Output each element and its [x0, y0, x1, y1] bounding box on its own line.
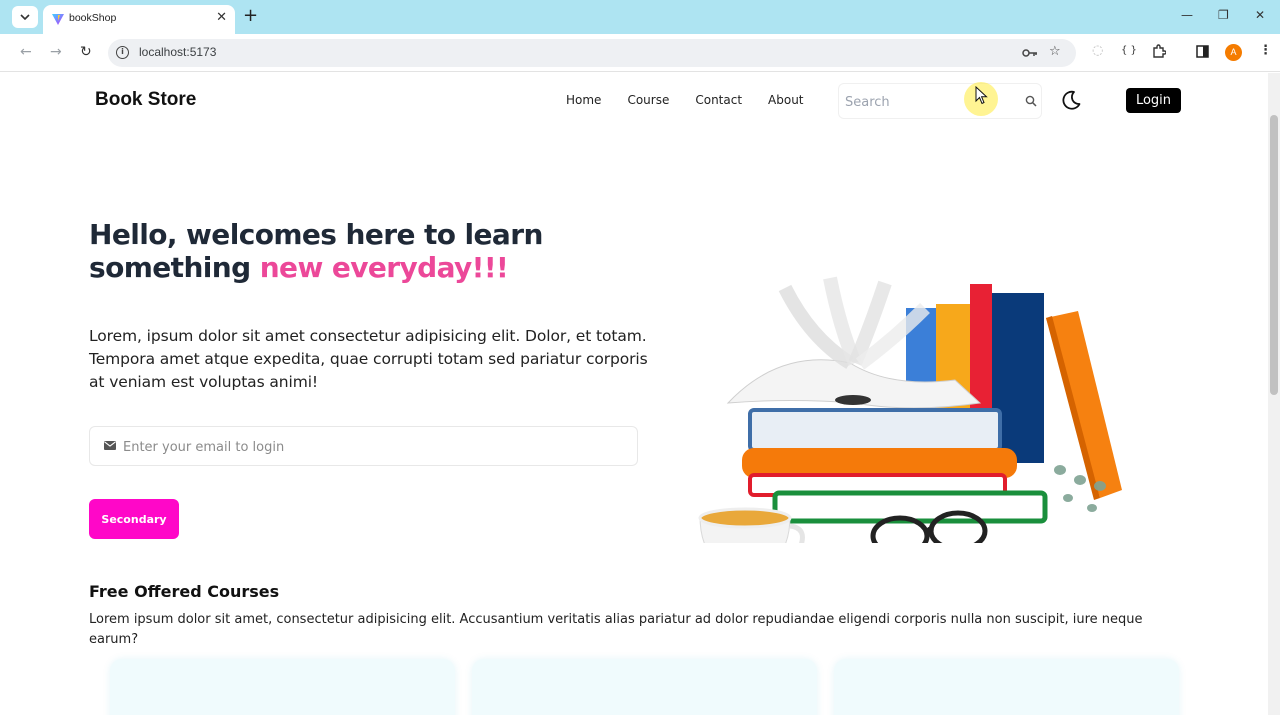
nav-link-contact[interactable]: Contact: [695, 93, 742, 107]
site-info-icon[interactable]: i: [116, 46, 129, 59]
course-card[interactable]: [834, 659, 1179, 715]
main-nav: Home Course Contact About: [566, 93, 830, 107]
search-icon[interactable]: [1025, 95, 1037, 107]
profile-avatar[interactable]: A: [1225, 44, 1242, 61]
bookmark-star-icon[interactable]: ☆: [1049, 44, 1061, 59]
restore-icon[interactable]: ❐: [1218, 8, 1229, 22]
nav-link-home[interactable]: Home: [566, 93, 601, 107]
hero-description: Lorem, ipsum dolor sit amet consectetur …: [89, 327, 648, 391]
courses-title: Free Offered Courses: [89, 582, 280, 601]
nav-link-course[interactable]: Course: [627, 93, 669, 107]
course-card[interactable]: [110, 659, 455, 715]
browser-toolbar: ← → ↻ i localhost:5173 ☆ ◌ { } A ⋮: [0, 34, 1280, 72]
minimize-icon[interactable]: —: [1181, 8, 1193, 22]
email-input[interactable]: [123, 436, 603, 458]
hero-title-accent: new everyday!!!: [259, 251, 509, 284]
vite-logo-icon: [52, 14, 64, 25]
more-menu-icon[interactable]: ⋮: [1259, 43, 1272, 58]
password-key-icon[interactable]: [1022, 48, 1038, 58]
brand-logo[interactable]: Book Store: [95, 89, 196, 111]
login-button[interactable]: Login: [1126, 88, 1181, 113]
courses-description: Lorem ipsum dolor sit amet, consectetur …: [89, 612, 1143, 647]
moon-icon[interactable]: [1060, 89, 1082, 111]
web-page: Book Store Home Course Contact About Log…: [0, 73, 1268, 715]
window-close-icon[interactable]: ✕: [1255, 8, 1265, 22]
hero-title-line2-prefix: something: [89, 251, 260, 284]
tab-close-icon[interactable]: ✕: [216, 10, 227, 26]
hero-title: Hello, welcomes here to learn something …: [89, 218, 609, 284]
nav-link-about[interactable]: About: [768, 93, 803, 107]
devtools-extension-icon[interactable]: { }: [1121, 45, 1137, 56]
page-scrollbar[interactable]: [1268, 73, 1280, 715]
browser-tab[interactable]: bookShop ✕: [43, 5, 235, 34]
address-bar[interactable]: i localhost:5173 ☆: [108, 39, 1076, 67]
chevron-down-icon: [20, 14, 30, 20]
tab-search-button[interactable]: [12, 6, 38, 28]
extension-icon[interactable]: ◌: [1092, 43, 1103, 58]
side-panel-icon[interactable]: [1196, 45, 1209, 58]
secondary-button[interactable]: Secondary: [89, 499, 179, 539]
tab-title: bookShop: [69, 12, 117, 24]
back-icon[interactable]: ←: [20, 44, 32, 60]
hero-title-line1: Hello, welcomes here to learn: [89, 218, 543, 251]
address-url[interactable]: localhost:5173: [139, 45, 216, 59]
email-field: [89, 426, 638, 466]
scrollbar-thumb[interactable]: [1270, 115, 1278, 395]
search-box: [838, 83, 1042, 119]
browser-tab-bar: bookShop ✕ + — ❐ ✕: [0, 0, 1280, 34]
books-illustration: [698, 276, 1122, 543]
new-tab-icon[interactable]: +: [243, 6, 258, 26]
forward-icon[interactable]: →: [50, 44, 62, 60]
extensions-puzzle-icon[interactable]: [1152, 44, 1166, 58]
envelope-icon: [104, 441, 116, 450]
reload-icon[interactable]: ↻: [80, 44, 92, 60]
course-card[interactable]: [472, 659, 817, 715]
mouse-pointer-icon: [975, 86, 988, 105]
